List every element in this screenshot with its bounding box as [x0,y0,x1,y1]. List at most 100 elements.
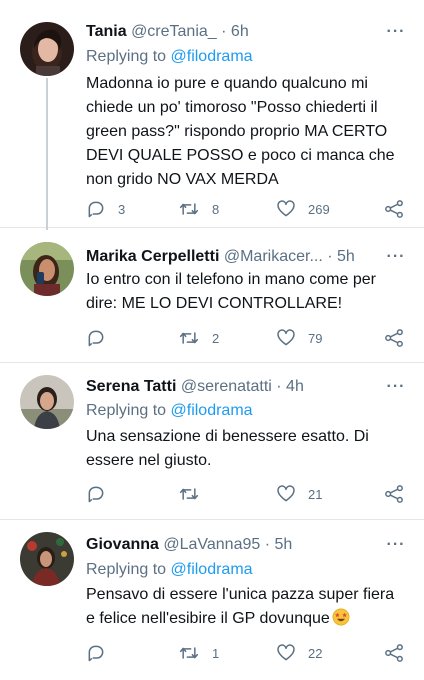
retweet-icon [178,484,200,504]
action-bar: 21 [86,482,408,506]
tweet-text-line: Una sensazione di benessere esatto. Di [86,428,369,445]
reply-icon [86,199,106,219]
replying-to-label: Replying to [86,561,167,578]
avatar[interactable] [20,532,74,586]
retweet-count: 1 [212,645,220,661]
tweet[interactable]: Serena Tatti @serenatatti · 4h ··· Reply… [0,363,424,520]
reply-button[interactable] [86,482,118,506]
share-button[interactable] [384,482,404,506]
retweet-button[interactable]: 1 [178,641,219,665]
like-icon [276,484,296,504]
like-button[interactable]: 21 [276,482,322,506]
tweet[interactable]: Marika Cerpelletti @Marikacer... · 5h ··… [0,228,424,363]
like-icon [276,643,296,663]
reply-button[interactable]: 3 [86,197,125,221]
replying-to-label: Replying to [86,48,167,65]
more-icon[interactable]: ··· [384,537,408,553]
separator-dot: · [221,23,227,40]
like-icon [276,328,296,348]
replying-to: Replying to @filodrama [86,559,253,581]
like-count: 79 [308,330,323,346]
reply-button[interactable] [86,641,118,665]
tweet-header: Giovanna @LaVanna95 · 5h [86,534,384,556]
reply-icon [86,328,106,348]
retweet-icon [178,328,200,348]
retweet-icon [178,643,200,663]
tweet-text-line: non grido NO VAX MERDA [86,171,279,188]
share-icon [384,328,404,348]
tweet[interactable]: Tania @creTania_ · 6h ··· Replying to @f… [0,0,424,230]
retweet-count: 2 [212,330,220,346]
tweet-header: Marika Cerpelletti @Marikacer... · 5h [86,246,384,268]
share-button[interactable] [384,197,404,221]
display-name[interactable]: Tania [86,23,127,40]
reply-icon [86,484,106,504]
timestamp[interactable]: 6h [231,23,249,40]
replying-to-label: Replying to [86,402,167,419]
tweet-text-line: DEVI QUALE POSSO e poco ci manca che [86,147,395,164]
tweet-text-line: Pensavo di essere l'unica pazza super fi… [86,586,395,603]
share-icon [384,643,404,663]
separator-dot: · [264,536,271,553]
mention-link[interactable]: @filodrama [171,561,253,578]
tweet-text-line: dire: ME LO DEVI CONTROLLARE! [86,295,343,312]
tweet-text-fragment: e felice nell'esibire il GP dovunque [86,610,330,627]
tweet-feed: Tania @creTania_ · 6h ··· Replying to @f… [0,0,424,680]
more-icon[interactable]: ··· [384,249,408,265]
tweet-text-line: chiede un po' timoroso "Posso chiederti … [86,99,378,116]
timestamp[interactable]: 5h [337,248,355,265]
share-icon [384,199,404,219]
like-button[interactable]: 22 [276,641,322,665]
display-name[interactable]: Marika Cerpelletti [86,248,219,265]
avatar[interactable] [20,22,74,76]
share-button[interactable] [384,641,404,665]
retweet-count: 8 [212,201,220,217]
replying-to: Replying to @filodrama [86,400,253,422]
reply-count: 3 [118,201,126,217]
tweet-text-line: Io entro con il telefono in mano come pe… [86,271,376,288]
timestamp[interactable]: 5h [275,536,293,553]
display-name[interactable]: Giovanna [86,536,159,553]
user-handle[interactable]: @serenatatti [181,378,272,395]
retweet-button[interactable]: 2 [178,326,219,350]
star-struck-emoji [332,608,350,626]
action-bar: 1 22 [86,641,408,665]
user-handle[interactable]: @Marikacer... [224,248,323,265]
tweet-text: Pensavo di essere l'unica pazza super fi… [86,583,404,631]
user-handle[interactable]: @creTania_ [131,23,217,40]
timestamp[interactable]: 4h [286,378,304,395]
replying-to: Replying to @filodrama [86,46,253,68]
share-icon [384,484,404,504]
retweet-icon [178,199,200,219]
tweet[interactable]: Giovanna @LaVanna95 · 5h ··· Replying to… [0,520,424,680]
mention-link[interactable]: @filodrama [171,402,253,419]
mention-link[interactable]: @filodrama [171,48,253,65]
tweet-text-line: Madonna io pure e quando qualcuno mi [86,75,368,92]
avatar[interactable] [20,375,74,429]
reply-icon [86,643,106,663]
tweet-text: Io entro con il telefono in mano come pe… [86,268,404,316]
reply-button[interactable] [86,326,118,350]
like-button[interactable]: 79 [276,326,322,350]
action-bar: 2 79 [86,326,408,350]
tweet-text: Una sensazione di benessere esatto. Di e… [86,425,404,473]
retweet-button[interactable]: 8 [178,197,219,221]
tweet-text-line: e felice nell'esibire il GP dovunque [86,607,404,631]
like-count: 269 [308,201,330,217]
tweet-text-line: green pass?" rispondo proprio MA CERTO [86,123,388,140]
separator-dot: · [276,378,282,395]
display-name[interactable]: Serena Tatti [86,378,176,395]
avatar[interactable] [20,242,74,296]
separator-dot: · [327,248,333,265]
more-icon[interactable]: ··· [384,24,408,40]
like-count: 22 [308,645,323,661]
action-bar: 3 8 269 [86,197,408,221]
tweet-header: Serena Tatti @serenatatti · 4h [86,376,384,398]
retweet-button[interactable] [178,482,212,506]
like-button[interactable]: 269 [276,197,330,221]
tweet-text: Madonna io pure e quando qualcuno mi chi… [86,72,404,192]
more-icon[interactable]: ··· [384,379,408,395]
tweet-header: Tania @creTania_ · 6h [86,21,384,43]
user-handle[interactable]: @LaVanna95 [163,536,260,553]
share-button[interactable] [384,326,404,350]
